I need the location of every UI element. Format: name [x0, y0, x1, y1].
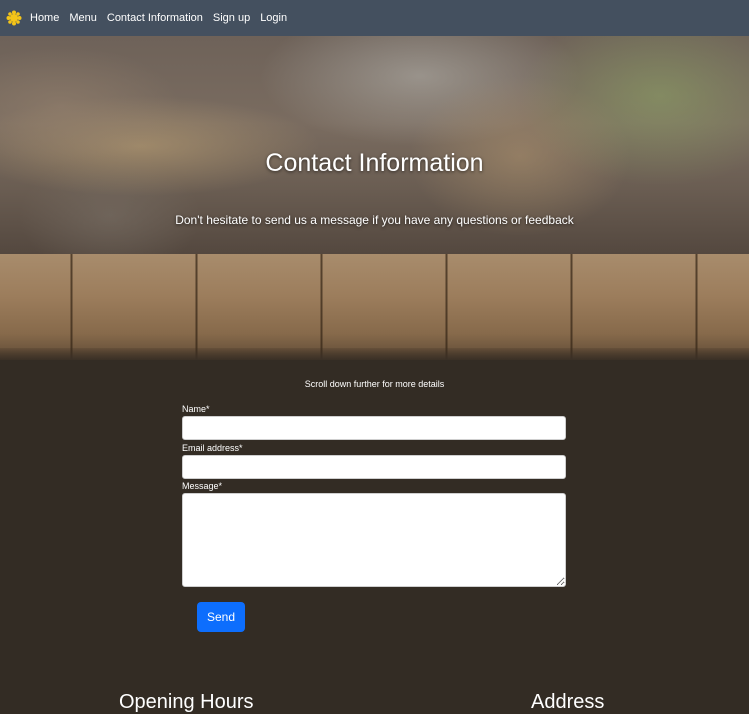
opening-hours-heading: Opening Hours — [119, 691, 254, 713]
hero-wood-table-image — [0, 254, 749, 360]
scroll-hint: Scroll down further for more details — [304, 379, 445, 389]
message-textarea[interactable] — [182, 493, 566, 587]
send-button[interactable]: Send — [197, 602, 245, 632]
name-input[interactable] — [182, 416, 566, 440]
page-title: Contact Information — [265, 149, 484, 177]
nav-link-contact[interactable]: Contact Information — [107, 12, 203, 24]
nav-link-menu[interactable]: Menu — [69, 12, 97, 24]
nav-link-login[interactable]: Login — [260, 12, 287, 24]
email-label: Email address* — [182, 443, 243, 453]
email-input[interactable] — [182, 455, 566, 479]
hero-banner: Contact Information Don't hesitate to se… — [0, 36, 749, 360]
nav-link-signup[interactable]: Sign up — [213, 12, 250, 24]
message-label: Message* — [182, 481, 223, 491]
nav-link-home[interactable]: Home — [30, 12, 59, 24]
navbar: Home Menu Contact Information Sign up Lo… — [0, 0, 749, 36]
sun-logo-icon[interactable] — [6, 10, 22, 26]
hero-wood-edge — [0, 348, 749, 360]
hero-subtitle: Don't hesitate to send us a message if y… — [175, 213, 574, 227]
address-heading: Address — [531, 691, 605, 713]
name-label: Name* — [182, 404, 210, 414]
